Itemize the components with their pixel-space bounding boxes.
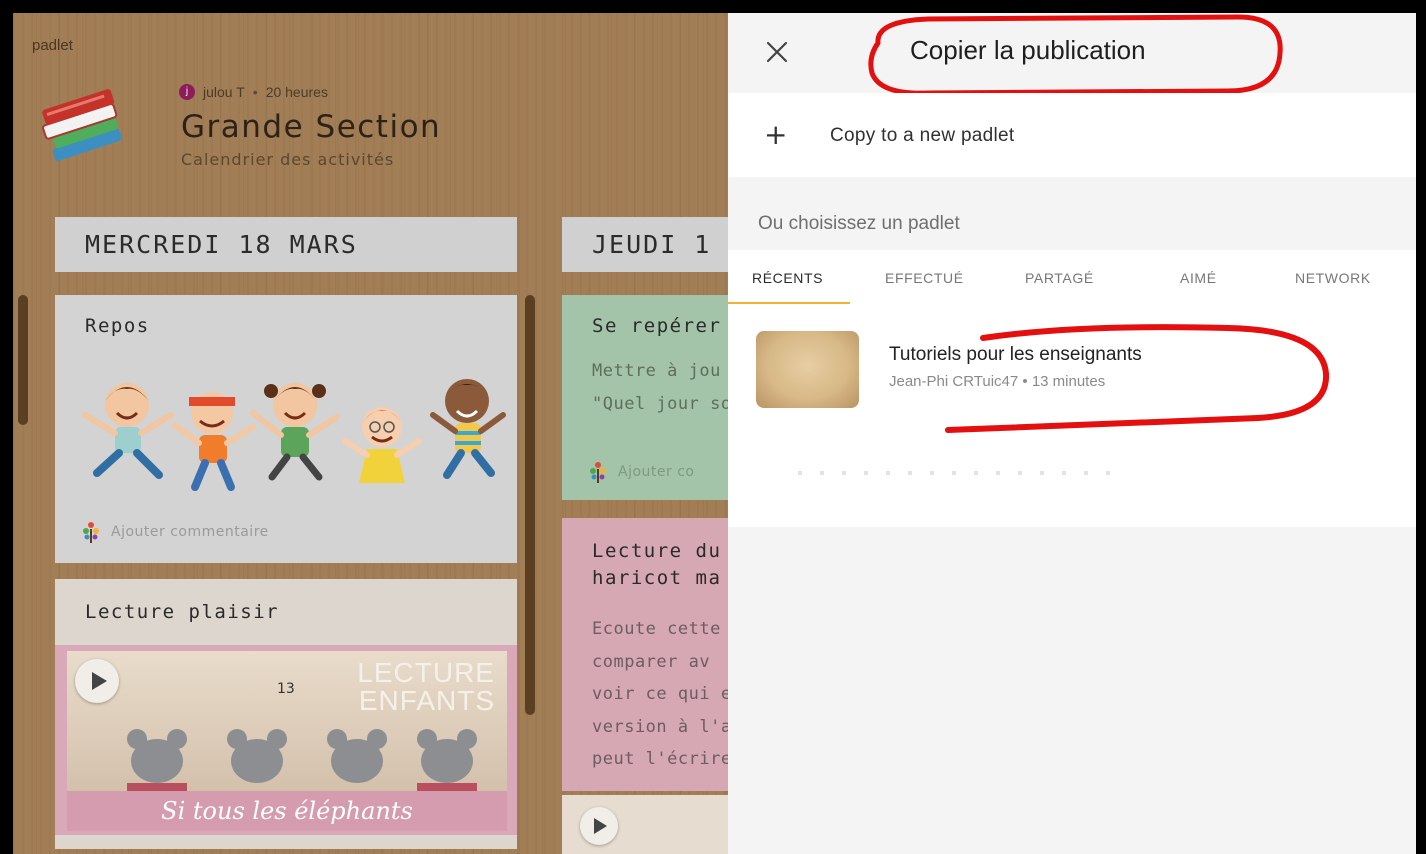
post-line: version à l'a <box>592 716 732 737</box>
post-title-line: Lecture du <box>592 540 722 562</box>
play-icon <box>594 818 607 834</box>
padlet-logo[interactable]: padlet <box>32 37 73 54</box>
plus-icon: + <box>764 118 788 151</box>
close-icon[interactable] <box>762 37 792 67</box>
post-line: voir ce qui e <box>592 684 732 704</box>
overlay-line-top: LECTURE <box>357 657 495 688</box>
post-author: j julou T • 20 heures <box>179 84 328 100</box>
post-body: Ecoute cette comparer av voir ce qui e vers… <box>592 613 732 776</box>
tab-recents[interactable]: RÉCENTS <box>752 270 823 286</box>
book-page-image: 13 LECTURE ENFANTS Si tous les éléphants <box>67 651 507 831</box>
post-card[interactable]: Lecture plaisir 13 LECTURE ENFANTS Si to… <box>55 579 517 849</box>
padlet-window: padlet j julou T • 20 heures Grande Sect… <box>13 13 1416 854</box>
padlet-tabs: RÉCENTS EFFECTUÉ PARTAGÉ AIMÉ NETWORK <box>728 250 1416 304</box>
tab-partage[interactable]: PARTAGÉ <box>1025 270 1094 286</box>
page-number: 13 <box>277 681 295 697</box>
sprout-icon <box>83 522 99 543</box>
tab-effectue[interactable]: EFFECTUÉ <box>885 270 964 286</box>
avatar[interactable]: j <box>179 84 195 100</box>
padlet-thumbnail[interactable] <box>756 331 859 408</box>
choose-padlet-label: Ou choisissez un padlet <box>758 213 960 234</box>
post-title-line: haricot ma <box>592 567 722 589</box>
board-title: Grande Section <box>181 109 442 145</box>
video-caption: Si tous les éléphants <box>67 791 507 831</box>
kid-figure <box>82 383 174 479</box>
books-icon <box>42 89 122 161</box>
board-subtitle: Calendrier des activités <box>181 150 395 169</box>
post-card[interactable]: Repos Ajouter commentaire <box>55 295 517 563</box>
copy-to-new-padlet[interactable]: + Copy to a new padlet <box>728 93 1416 177</box>
add-comment-label: Ajouter co <box>618 464 695 480</box>
add-comment[interactable]: Ajouter commentaire <box>81 521 269 543</box>
play-icon <box>92 672 107 690</box>
padlet-list: Tutoriels pour les enseignants Jean-Phi … <box>728 304 1416 527</box>
post-line: Ecoute cette <box>592 619 721 639</box>
tab-network[interactable]: NETWORK <box>1295 270 1371 286</box>
add-comment-label: Ajouter commentaire <box>111 524 269 540</box>
red-annotation-circle <box>945 324 1330 433</box>
column-header: MERCREDI 18 MARS <box>55 217 517 272</box>
post-time: 20 heures <box>265 84 328 100</box>
kids-illustration <box>82 379 506 491</box>
mice-illustration <box>127 729 477 799</box>
video-thumbnail[interactable]: 13 LECTURE ENFANTS Si tous les éléphants <box>55 645 517 835</box>
separator-dot: • <box>252 84 258 100</box>
play-button[interactable] <box>75 659 119 703</box>
post-line: "Quel jour so <box>592 393 732 414</box>
tab-aime[interactable]: AIMÉ <box>1180 270 1217 286</box>
post-title: Lecture plaisir <box>85 601 280 623</box>
post-title: Repos <box>85 315 150 337</box>
post-line: peut l'écrire <box>592 749 732 769</box>
video-overlay-title: LECTURE ENFANTS <box>357 659 495 715</box>
post-line: comparer av <box>592 651 711 672</box>
author-name: julou T <box>203 84 245 100</box>
post-line: Mettre à jou <box>592 361 721 381</box>
post-title: Se repérer <box>592 315 722 337</box>
overlay-line-bottom: ENFANTS <box>358 685 495 716</box>
sprout-icon <box>590 462 606 483</box>
scrollbar[interactable] <box>18 295 28 425</box>
list-item-placeholder <box>798 471 1128 475</box>
copy-post-panel: Copier la publication + Copy to a new pa… <box>728 13 1416 854</box>
copy-to-new-padlet-label: Copy to a new padlet <box>830 125 1015 146</box>
scrollbar[interactable] <box>525 295 535 715</box>
post-title: Lecture du haricot ma <box>592 538 721 592</box>
panel-header: Copier la publication <box>728 13 1416 96</box>
post-body: Mettre à jou "Quel jour so <box>592 355 732 420</box>
red-annotation-circle <box>868 14 1283 96</box>
play-button[interactable] <box>580 807 618 845</box>
add-comment[interactable]: Ajouter co <box>588 461 694 483</box>
